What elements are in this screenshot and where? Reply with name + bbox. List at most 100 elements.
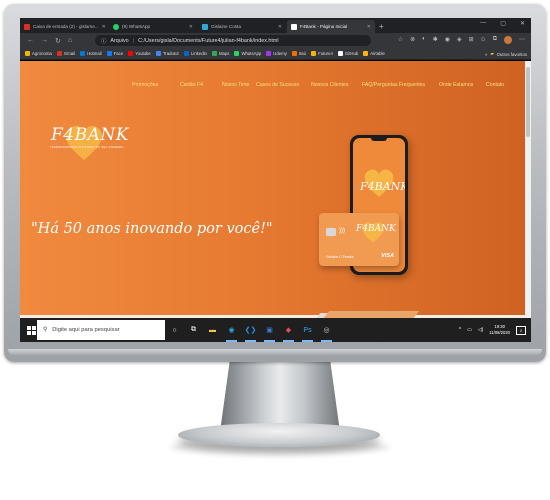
minimize-button[interactable]: — <box>480 20 486 27</box>
menu-time[interactable]: Nosso Time <box>222 82 249 88</box>
avatar[interactable] <box>504 36 512 44</box>
bookmark-label: Face <box>113 51 124 56</box>
forward-button[interactable]: → <box>41 37 48 44</box>
scrollbar-thumb[interactable] <box>526 67 530 137</box>
menu-faq[interactable]: FAQ/Perguntas Frequentes <box>362 82 425 88</box>
browser-toolbar: ← → ↻ ⌂ ⓘ Arquivo | C:/Users/gisla/Docum… <box>20 33 531 48</box>
address-bar[interactable]: ⓘ Arquivo | C:/Users/gisla/Documents/Fut… <box>95 35 371 46</box>
network-icon[interactable]: ▭ <box>467 327 472 333</box>
taskbar-clock[interactable]: 19:30 11/08/2020 <box>489 324 510 336</box>
browser-tab[interactable]: Caixa de entrada (2) - gislame... ✕ <box>20 20 108 33</box>
bookmark-item[interactable]: Linkedin <box>183 51 207 56</box>
photos-icon[interactable]: ▣ <box>263 324 276 342</box>
bookmark-item[interactable]: Itaú <box>291 51 306 56</box>
bookmark-label: Airtable <box>370 51 385 56</box>
other-favorites-link[interactable]: Outros favoritos <box>497 52 527 57</box>
bookmark-label: WhatsApp <box>241 51 262 56</box>
bookmark-favicon-icon <box>363 51 369 56</box>
page-favicon-icon <box>291 23 297 30</box>
browser-tab[interactable]: (9) WhatsApp ✕ <box>109 20 197 33</box>
menu-clientes[interactable]: Nossos Clientes <box>311 82 348 88</box>
bookmark-item[interactable]: GitHub <box>337 51 358 56</box>
bookmark-favicon-icon <box>183 51 189 56</box>
volume-icon[interactable]: ◁) <box>478 327 484 333</box>
collections-icon[interactable]: ⊞ <box>469 36 474 44</box>
extension-icon[interactable]: ✱ <box>433 36 438 44</box>
phone-logo-text: F4BANK <box>360 180 405 193</box>
browser-tab[interactable]: Gislaine Costa ✕ <box>198 20 286 33</box>
vscode-icon[interactable]: ❮❯ <box>244 324 257 342</box>
bookmark-item[interactable]: Tradutor <box>155 51 179 56</box>
bookmark-item[interactable]: Udemy <box>266 51 287 56</box>
favorite-star-icon[interactable]: ☆ <box>398 36 403 44</box>
maximize-button[interactable]: ▢ <box>500 20 506 27</box>
close-window-button[interactable]: ✕ <box>520 20 525 27</box>
file-explorer-icon[interactable]: ▬ <box>206 324 219 337</box>
more-menu-icon[interactable]: ⋯ <box>519 36 525 44</box>
bookmark-item[interactable]: WhatsApp <box>234 51 261 56</box>
extension-icon[interactable]: ◉ <box>445 36 450 44</box>
decorative-shape <box>322 311 420 318</box>
clock-date: 11/08/2020 <box>489 330 510 335</box>
menu-onde[interactable]: Onde Estamos <box>439 82 473 88</box>
favorites-icon[interactable]: ✩ <box>481 36 486 44</box>
bookmarks-more-button[interactable]: » <box>485 52 487 57</box>
card-logo-text: F4BANK <box>356 224 396 234</box>
taskbar-search-input[interactable]: ⚲ Digite aqui para pesquisar <box>37 320 165 340</box>
bookmark-favicon-icon <box>266 51 272 56</box>
card-brand: VISA <box>381 253 394 259</box>
menu-contato[interactable]: Contato <box>486 82 504 88</box>
tab-close-icon[interactable]: ✕ <box>102 24 106 30</box>
extension-icon[interactable]: ⊗ <box>410 36 415 44</box>
search-app-icon[interactable]: ○ <box>168 324 181 337</box>
colorful-app-icon[interactable]: ◆ <box>282 324 295 342</box>
reload-button[interactable]: ↻ <box>55 37 61 45</box>
tab-close-icon[interactable]: ✕ <box>278 24 282 30</box>
bookmark-label: Agronoma <box>32 51 52 56</box>
notification-center-icon[interactable]: 2 <box>516 325 526 335</box>
menu-cartao[interactable]: Cartão F4 <box>180 82 203 88</box>
browser-tab-active[interactable]: F4Bank - Página Inicial ✕ <box>287 20 375 33</box>
extension-icon[interactable]: ◈ <box>457 36 462 44</box>
bookmark-label: Hotmail <box>87 51 102 56</box>
menu-promocoes[interactable]: Promoções <box>132 82 158 88</box>
bookmark-favicon-icon <box>128 51 134 56</box>
hero-slogan: "Há 50 anos inovando por você!" <box>31 221 273 237</box>
bookmark-item[interactable]: Hotmail <box>80 51 102 56</box>
bookmark-item[interactable]: Maps <box>211 51 230 56</box>
tab-close-icon[interactable]: ✕ <box>367 24 371 30</box>
windows-start-icon[interactable] <box>27 325 36 335</box>
home-button[interactable]: ⌂ <box>68 37 72 44</box>
bookmark-item[interactable]: Gmail <box>56 51 76 56</box>
bookmark-item[interactable]: Youtube <box>128 51 151 56</box>
bookmark-favicon-icon <box>234 51 240 56</box>
site-logo[interactable]: F4BANK TRANSFORMANDO O FUTURO DO SEU DIN… <box>48 114 128 174</box>
extension-icon[interactable]: ◐ <box>422 36 426 44</box>
tray-chevron-icon[interactable]: ^ <box>459 327 461 333</box>
bookmark-item[interactable]: Future4 <box>311 51 333 56</box>
tab-label: Caixa de entrada (2) - gislame... <box>33 24 99 29</box>
collections-icon[interactable]: ⧉ <box>493 36 497 44</box>
menu-cases[interactable]: Cases de Sucesso <box>256 82 299 88</box>
whatsapp-favicon-icon <box>113 23 119 30</box>
page-scrollbar[interactable] <box>525 61 531 318</box>
edge-browser-icon[interactable]: ◉ <box>225 324 238 342</box>
bookmark-item[interactable]: Agronoma <box>25 51 52 56</box>
capture-app-icon[interactable]: ◎ <box>320 324 333 342</box>
logo-tagline: TRANSFORMANDO O FUTURO DO SEU DINHEIRO <box>50 146 124 149</box>
tab-label: F4Bank - Página Inicial <box>300 24 348 29</box>
photoshop-icon[interactable]: Ps <box>301 324 314 342</box>
address-separator: | <box>132 37 135 44</box>
info-icon[interactable]: ⓘ <box>101 37 106 45</box>
bookmark-item[interactable]: Face <box>106 51 124 56</box>
bookmark-label: Youtube <box>135 51 151 56</box>
profile-favicon-icon <box>202 23 208 30</box>
bookmark-label: Maps <box>218 51 230 56</box>
back-button[interactable]: ← <box>27 37 34 44</box>
bookmark-favicon-icon <box>291 51 297 56</box>
bookmark-label: Gmail <box>63 51 76 56</box>
tab-close-icon[interactable]: ✕ <box>189 24 193 30</box>
bookmark-item[interactable]: Airtable <box>363 51 385 56</box>
task-view-icon[interactable]: ⧉ <box>187 324 200 337</box>
new-tab-button[interactable]: + <box>379 21 384 33</box>
